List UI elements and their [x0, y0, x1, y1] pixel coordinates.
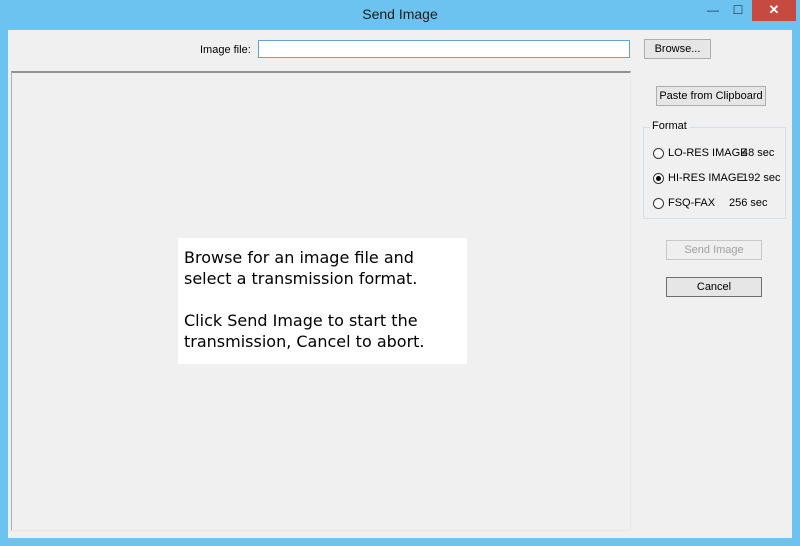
send-image-button[interactable]: Send Image — [666, 240, 762, 260]
radio-hi-res-indicator[interactable] — [653, 173, 664, 184]
window-title: Send Image — [362, 6, 438, 22]
image-file-input[interactable] — [258, 40, 630, 58]
paste-from-clipboard-button[interactable]: Paste from Clipboard — [656, 86, 766, 106]
radio-fsq-fax-label: FSQ-FAX — [668, 197, 716, 209]
instructions-text-1: Browse for an image file and select a tr… — [184, 248, 418, 288]
image-file-label: Image file: — [200, 44, 251, 56]
instructions-panel: Browse for an image file and select a tr… — [178, 238, 467, 364]
image-preview-area: Browse for an image file and select a tr… — [11, 71, 631, 531]
instructions-text-2: Click Send Image to start the transmissi… — [184, 311, 425, 351]
browse-button[interactable]: Browse... — [644, 39, 711, 59]
minimize-icon[interactable]: — — [700, 0, 726, 21]
radio-lo-res-time: 48 sec — [742, 147, 775, 159]
cancel-button[interactable]: Cancel — [666, 277, 762, 297]
radio-hi-res-label: HI-RES IMAGE — [668, 172, 744, 184]
maximize-icon[interactable]: ☐ — [726, 0, 750, 21]
dialog-body: Image file: Browse... Browse for an imag… — [8, 30, 792, 538]
send-image-window: Send Image — ☐ ✕ Image file: Browse... B… — [0, 0, 800, 546]
radio-lo-res-label: LO-RES IMAGE — [668, 147, 748, 159]
title-bar[interactable]: Send Image — ☐ ✕ — [0, 0, 800, 30]
radio-lo-res-indicator[interactable] — [653, 148, 664, 159]
format-group: Format LO-RES IMAGE 48 sec HI-RES IMAGE … — [643, 120, 786, 219]
radio-hi-res-time: 192 sec — [742, 172, 781, 184]
radio-fsq-fax-indicator[interactable] — [653, 198, 664, 209]
radio-fsq-fax-time: 256 sec — [729, 197, 768, 209]
close-icon[interactable]: ✕ — [752, 0, 796, 21]
format-legend: Format — [650, 120, 689, 132]
